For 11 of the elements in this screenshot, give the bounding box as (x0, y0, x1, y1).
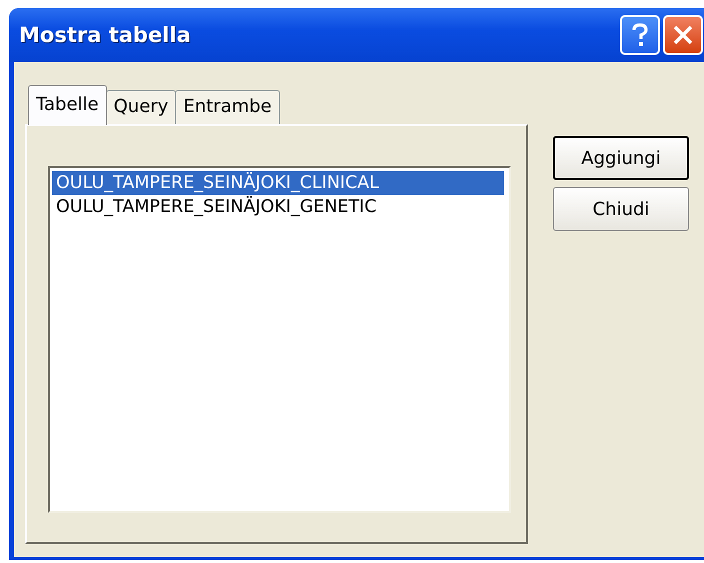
tab[interactable]: Entrambe (175, 90, 280, 124)
help-button[interactable] (620, 15, 660, 55)
tab[interactable]: Query (106, 90, 176, 124)
close-button[interactable] (663, 15, 703, 55)
window-title: Mostra tabella (19, 23, 191, 47)
tab[interactable]: Tabelle (28, 85, 107, 125)
list-item[interactable]: OULU_TAMPERE_SEINÄJOKI_CLINICAL (52, 171, 504, 195)
dialog-button[interactable]: Chiudi (553, 187, 689, 231)
list-item[interactable]: OULU_TAMPERE_SEINÄJOKI_GENETIC (52, 195, 507, 219)
dialog-button[interactable]: Aggiungi (553, 136, 689, 180)
close-icon (672, 24, 694, 46)
